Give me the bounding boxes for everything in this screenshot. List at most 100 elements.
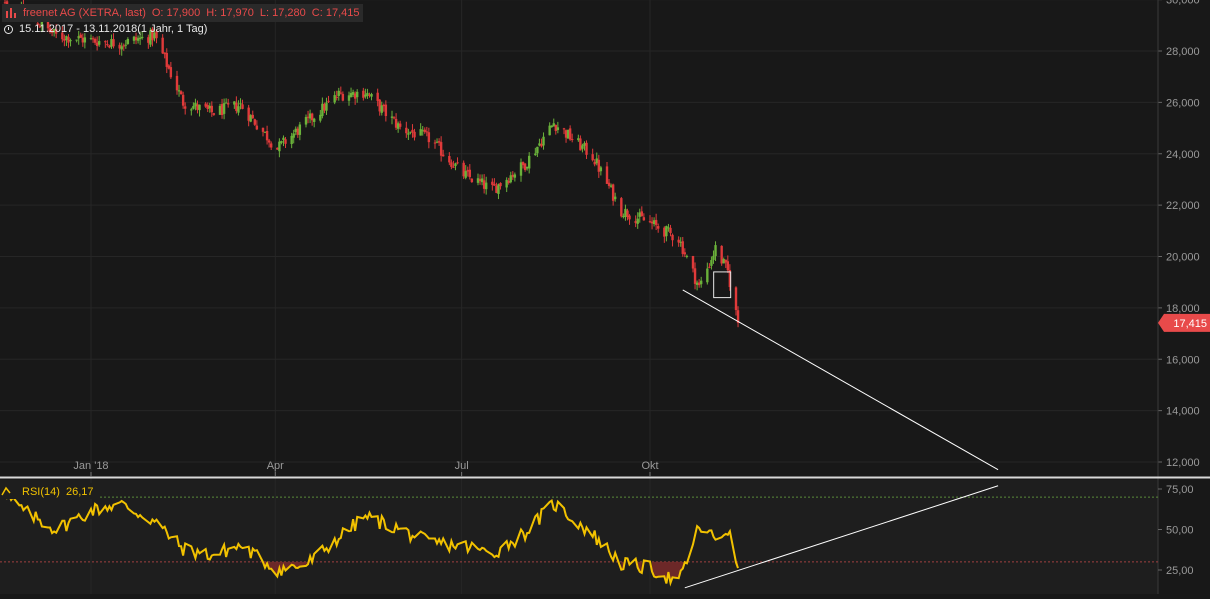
candle-body <box>141 37 143 38</box>
candle-body <box>548 126 550 136</box>
candle-body <box>708 267 710 268</box>
candle-body <box>524 164 526 170</box>
candle-body <box>284 139 286 144</box>
candle-body <box>540 144 542 146</box>
candle-body <box>698 282 700 285</box>
candle-body <box>219 106 221 115</box>
candle-body <box>624 209 626 217</box>
candle-body <box>333 95 335 102</box>
candle-body <box>508 181 510 183</box>
candle-body <box>381 105 383 113</box>
candle-body <box>190 109 192 110</box>
candle-body <box>557 127 559 130</box>
date-range: 15.11.2017 - 13.11.2018 <box>19 23 137 35</box>
candle-body <box>139 38 141 39</box>
price-tick-label: 30,000 <box>1166 0 1200 7</box>
candle-body <box>178 90 180 91</box>
candle-body <box>233 101 235 104</box>
candle-body <box>583 143 585 146</box>
candle-body <box>164 52 166 54</box>
candle-body <box>127 39 129 44</box>
candle-body <box>428 132 430 142</box>
time-tick-label: Jul <box>455 460 469 472</box>
candle-body <box>250 115 252 122</box>
candle-body <box>452 167 454 168</box>
candle-body <box>477 178 479 183</box>
candle-body <box>92 38 94 39</box>
candle-body <box>176 76 178 90</box>
candle-body <box>553 123 555 126</box>
candle-body <box>69 40 71 41</box>
candle-body <box>409 132 411 133</box>
candle-body <box>264 132 266 133</box>
candle-body <box>247 108 249 121</box>
candle-body <box>639 212 641 216</box>
candle-body <box>413 132 415 138</box>
candle-body <box>637 219 639 224</box>
candle-body <box>370 94 372 97</box>
candle-body <box>366 93 368 96</box>
candle-body <box>84 37 86 42</box>
candle-body <box>514 174 516 177</box>
candle-body <box>209 106 211 108</box>
candle-body <box>440 142 442 156</box>
candle-body <box>237 106 239 112</box>
candle-body <box>499 183 501 186</box>
rsi-value-label: 26,17 <box>66 486 94 498</box>
candle-body <box>551 125 553 127</box>
candle-body <box>555 125 557 131</box>
candle-body <box>252 115 254 118</box>
candle-body <box>454 163 456 166</box>
candle-body <box>198 105 200 110</box>
candle-body <box>90 38 92 39</box>
candle-body <box>483 180 485 189</box>
candle-body <box>419 129 421 135</box>
candle-body <box>379 100 381 112</box>
candle-body <box>714 245 716 256</box>
candle-body <box>383 105 385 106</box>
candle-body <box>147 37 149 43</box>
candle-body <box>649 221 651 222</box>
candle-body <box>385 105 387 116</box>
candle-body <box>196 104 198 110</box>
candle-body <box>520 162 522 175</box>
candle-body <box>180 91 182 94</box>
candle-body <box>182 95 184 106</box>
candle-body <box>104 41 106 42</box>
candle-body <box>166 53 168 67</box>
price-tick-label: 12,000 <box>1166 457 1200 469</box>
candle-body <box>706 269 708 283</box>
candle-body <box>204 104 206 107</box>
candle-body <box>567 130 569 139</box>
candle-body <box>397 123 399 129</box>
price-tick-label: 28,000 <box>1166 46 1200 58</box>
candle-body <box>192 106 194 109</box>
candle-body <box>327 101 329 102</box>
candle-body <box>651 222 653 224</box>
candle-body <box>634 221 636 223</box>
price-tick-label: 26,000 <box>1166 97 1200 109</box>
candle-body <box>340 93 342 94</box>
clock-icon <box>4 25 13 34</box>
candle-body <box>612 184 614 200</box>
candle-body <box>485 183 487 190</box>
candle-body <box>108 46 110 48</box>
price-tick-label: 14,000 <box>1166 406 1200 418</box>
candle-body <box>399 124 401 127</box>
candle-body <box>663 228 665 237</box>
candle-body <box>696 283 698 285</box>
candle-body <box>512 175 514 177</box>
candle-body <box>194 103 196 106</box>
candle-body <box>254 119 256 125</box>
candle-body <box>295 129 297 132</box>
candle-body <box>528 156 530 169</box>
candle-body <box>405 128 407 133</box>
candle-body <box>407 133 409 134</box>
candle-body <box>677 240 679 243</box>
time-tick-label: Okt <box>641 460 658 472</box>
candle-body <box>608 183 610 186</box>
candle-body <box>606 166 608 184</box>
candle-body <box>596 158 598 163</box>
candle-body <box>657 226 659 229</box>
candle-body <box>356 92 358 97</box>
